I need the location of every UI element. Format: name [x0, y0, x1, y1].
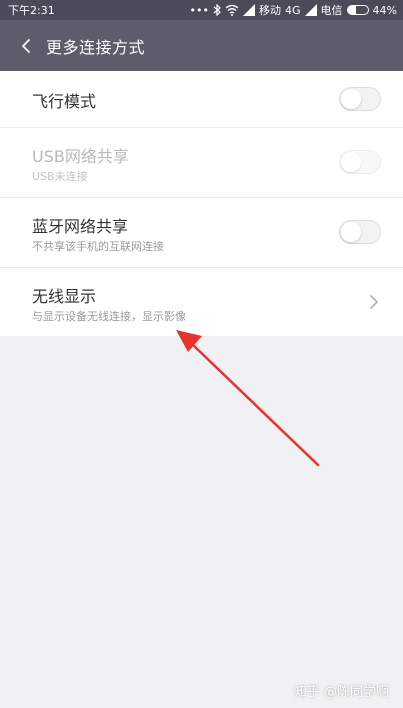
app-header: 更多连接方式: [0, 20, 403, 71]
page-title: 更多连接方式: [46, 37, 146, 57]
signal-icon: [304, 4, 317, 16]
wireless-display-label: 无线显示: [32, 287, 97, 306]
carrier-1: 移动: [259, 4, 282, 17]
wireless-display-row[interactable]: 无线显示 与显示设备无线连接，显示影像: [0, 268, 403, 336]
bluetooth-tethering-status: 不共享该手机的互联网连接: [32, 240, 164, 253]
back-button[interactable]: [16, 31, 36, 61]
bluetooth-tethering-toggle[interactable]: [339, 220, 381, 244]
bluetooth-icon: [213, 4, 221, 16]
usb-tethering-label: USB网络共享: [32, 147, 129, 166]
notification-dots: •••: [189, 3, 210, 17]
status-icons: ••• 移动 4G 电信 44%: [190, 2, 397, 18]
wireless-display-description: 与显示设备无线连接，显示影像: [32, 310, 186, 323]
usb-tethering-toggle[interactable]: [339, 150, 381, 174]
toggle-knob: [341, 222, 361, 242]
carrier-2: 电信: [320, 4, 343, 17]
battery-percent: 44%: [372, 3, 397, 17]
settings-list: 飞行模式 USB网络共享 USB未连接 蓝牙网络共享 不共享该手机的互联网连接 …: [0, 71, 403, 336]
toggle-knob: [341, 152, 361, 172]
airplane-mode-toggle[interactable]: [339, 87, 381, 111]
chevron-left-icon: [22, 38, 30, 53]
toggle-knob: [341, 89, 361, 109]
watermark: 知乎 @陈同学啊: [293, 685, 389, 700]
wifi-icon: [225, 4, 239, 16]
status-bar: 下午2:31 ••• 移动 4G 电信 44%: [0, 0, 403, 20]
bluetooth-tethering-label: 蓝牙网络共享: [32, 217, 129, 236]
usb-tethering-row[interactable]: USB网络共享 USB未连接: [0, 128, 403, 198]
signal-icon: [243, 4, 256, 16]
chevron-right-icon[interactable]: [367, 293, 381, 311]
airplane-mode-label: 飞行模式: [32, 92, 97, 111]
annotation-arrow-shaft: [192, 344, 320, 467]
network-type: 4G: [285, 3, 301, 17]
battery-icon: [346, 5, 369, 15]
airplane-mode-row[interactable]: 飞行模式: [0, 71, 403, 128]
status-time: 下午2:31: [8, 4, 55, 17]
bluetooth-tethering-row[interactable]: 蓝牙网络共享 不共享该手机的互联网连接: [0, 198, 403, 268]
usb-tethering-status: USB未连接: [32, 170, 88, 183]
battery-level: [347, 6, 357, 14]
